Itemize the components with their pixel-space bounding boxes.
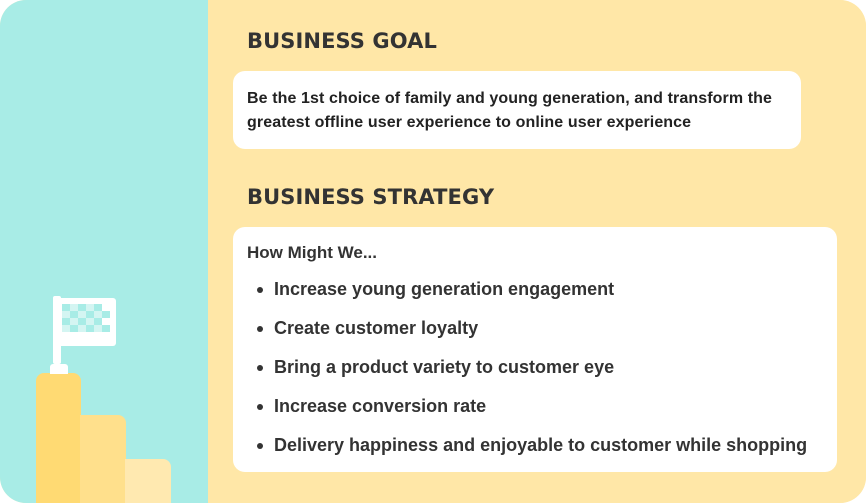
slide: BUSINESS GOAL Be the 1st choice of famil… xyxy=(0,0,866,503)
strategy-item: Create customer loyalty xyxy=(247,316,823,355)
business-strategy-card: How Might We... Increase young generatio… xyxy=(233,227,837,472)
business-goal-text: Be the 1st choice of family and young ge… xyxy=(247,90,773,131)
checkered-pattern-icon xyxy=(62,304,110,332)
bullet-icon xyxy=(257,326,263,332)
checkered-flag-icon xyxy=(58,298,116,346)
business-goal-card: Be the 1st choice of family and young ge… xyxy=(233,71,801,149)
business-goal-heading: BUSINESS GOAL xyxy=(247,29,437,53)
strategy-item: Delivery happiness and enjoyable to cust… xyxy=(247,433,823,472)
bullet-icon xyxy=(257,365,263,371)
strategy-item: Increase conversion rate xyxy=(247,394,823,433)
strategy-item-label: Delivery happiness and enjoyable to cust… xyxy=(274,435,808,455)
bullet-icon xyxy=(257,404,263,410)
strategy-item: Increase young generation engagement xyxy=(247,277,823,316)
strategy-list: Increase young generation engagement Cre… xyxy=(247,277,823,472)
left-panel xyxy=(0,0,208,503)
podium-third-icon xyxy=(125,459,171,503)
podium-first-icon xyxy=(36,373,81,503)
bullet-icon xyxy=(257,443,263,449)
business-strategy-heading: BUSINESS STRATEGY xyxy=(247,185,495,209)
strategy-item-label: Increase young generation engagement xyxy=(274,279,615,299)
strategy-item-label: Create customer loyalty xyxy=(274,318,479,338)
how-might-we-title: How Might We... xyxy=(247,243,378,262)
strategy-item-label: Increase conversion rate xyxy=(274,396,487,416)
flag-pole-cap xyxy=(50,364,68,374)
bullet-icon xyxy=(257,287,263,293)
strategy-item: Bring a product variety to customer eye xyxy=(247,355,823,394)
podium-second-icon xyxy=(80,415,126,503)
strategy-item-label: Bring a product variety to customer eye xyxy=(274,357,615,377)
